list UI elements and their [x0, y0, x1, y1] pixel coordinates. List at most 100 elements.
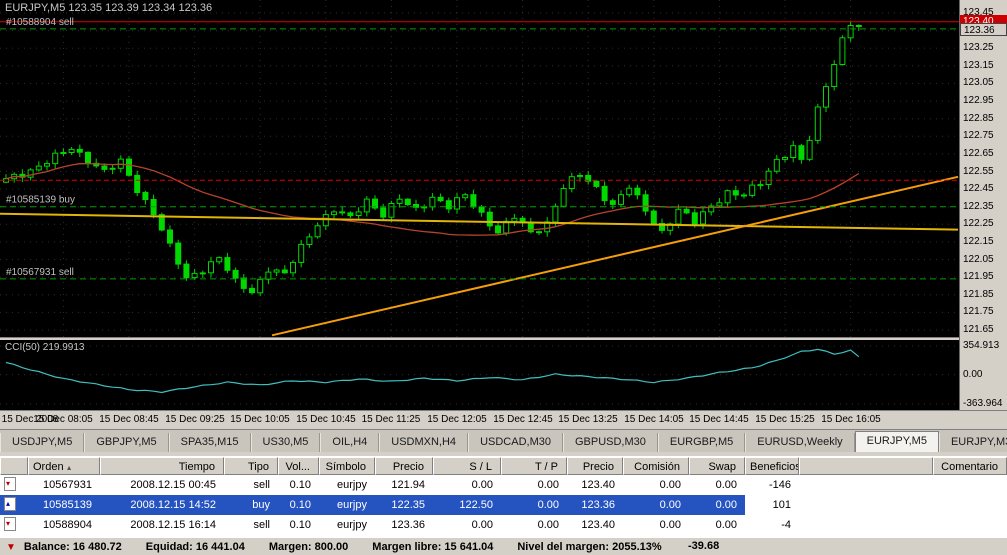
order-sl: 0.00 [433, 515, 501, 535]
price-scale-label: 123.05 [963, 77, 994, 88]
row-filler [799, 495, 933, 515]
column-header-s-mbolo[interactable]: Símbolo [319, 457, 375, 475]
price-scale-label: 122.45 [963, 183, 994, 194]
time-axis-label: 15 Dec 08:45 [99, 414, 159, 425]
cci-line-chart[interactable] [0, 340, 959, 410]
sell-order-doc-icon: ▾ [4, 517, 16, 531]
price-scale-label: 121.65 [963, 324, 994, 335]
chart-tab-eurjpy-m30[interactable]: EURJPY,M30 [939, 433, 1007, 452]
order-type: sell [224, 515, 278, 535]
sort-ascending-icon: ▲ [66, 465, 73, 472]
order-volume: 0.10 [278, 475, 319, 495]
chart-tab-usdcad-m30[interactable]: USDCAD,M30 [468, 433, 563, 452]
bid-price-box: 123.36 [960, 23, 1007, 36]
svg-text:#10585139 buy: #10585139 buy [6, 195, 75, 206]
cci-indicator-pane[interactable]: CCI(50) 219.9913 [0, 340, 959, 410]
order-swap: 0.00 [689, 475, 745, 495]
price-scale-label: 122.35 [963, 201, 994, 212]
candlestick-chart[interactable]: #10588904 sell#10585139 buy#10567931 sel… [0, 0, 959, 337]
svg-text:#10567931 sell: #10567931 sell [6, 267, 74, 278]
price-scale-label: 121.95 [963, 271, 994, 282]
status-segment: Equidad: 16 441.04 [146, 541, 245, 553]
column-header-orden[interactable]: Orden▲ [28, 457, 100, 475]
order-row-10588904[interactable]: ▾105889042008.12.15 16:14sell0.10eurjpy1… [0, 515, 1007, 535]
order-swap: 0.00 [689, 495, 745, 515]
orders-table-header[interactable]: Orden▲TiempoTipoVol...SímboloPrecioS / L… [0, 457, 1007, 475]
row-filler [799, 475, 933, 495]
price-scale[interactable]: 123.45123.35123.25123.15123.05122.95122.… [959, 0, 1007, 410]
total-profit-value: -39.68 [688, 540, 719, 552]
price-scale-label: 122.75 [963, 130, 994, 141]
chart-tab-oil-h4[interactable]: OIL,H4 [320, 433, 379, 452]
column-header-blank[interactable] [799, 457, 933, 475]
cci-indicator-label: CCI(50) 219.9913 [5, 342, 85, 353]
time-axis-label: 15 Dec 14:45 [689, 414, 749, 425]
row-filler [799, 515, 933, 535]
order-open-price: 122.35 [375, 495, 433, 515]
order-type: sell [224, 475, 278, 495]
price-scale-label: 122.65 [963, 148, 994, 159]
chart-tab-eurusd-weekly[interactable]: EURUSD,Weekly [745, 433, 854, 452]
order-comment [933, 495, 1007, 515]
order-row-10585139[interactable]: ▴105851392008.12.15 14:52buy0.10eurjpy12… [0, 495, 1007, 515]
status-bar: ▼ Balance: 16 480.72Equidad: 16 441.04Ma… [0, 537, 1007, 555]
chart-tab-eurgbp-m5[interactable]: EURGBP,M5 [658, 433, 745, 452]
column-header-vol-[interactable]: Vol... [278, 457, 319, 475]
chart-tab-usdjpy-m5[interactable]: USDJPY,M5 [0, 433, 84, 452]
cci-scale-label: 0.00 [963, 369, 982, 380]
order-icon: ▾ [0, 475, 28, 495]
order-symbol: eurjpy [319, 475, 375, 495]
column-header-tipo[interactable]: Tipo [224, 457, 278, 475]
status-segment: Margen libre: 15 641.04 [372, 541, 493, 553]
column-header-comentario[interactable]: Comentario [933, 457, 1007, 475]
column-header-s-l[interactable]: S / L [433, 457, 501, 475]
chart-tab-eurjpy-m5[interactable]: EURJPY,M5 [855, 431, 939, 452]
order-tp: 0.00 [501, 495, 567, 515]
price-scale-label: 122.95 [963, 95, 994, 106]
time-axis[interactable]: 15 Dec 200815 Dec 08:0515 Dec 08:4515 De… [0, 410, 1007, 430]
column-header-precio[interactable]: Precio [375, 457, 433, 475]
order-commission: 0.00 [623, 475, 689, 495]
column-header-precio[interactable]: Precio [567, 457, 623, 475]
order-open-price: 121.94 [375, 475, 433, 495]
time-axis-label: 15 Dec 10:05 [230, 414, 290, 425]
order-row-10567931[interactable]: ▾105679312008.12.15 00:45sell0.10eurjpy1… [0, 475, 1007, 495]
column-header-tiempo[interactable]: Tiempo [100, 457, 224, 475]
chart-tab-usdmxn-h4[interactable]: USDMXN,H4 [379, 433, 468, 452]
time-axis-label: 15 Dec 12:45 [493, 414, 553, 425]
column-header-t-p[interactable]: T / P [501, 457, 567, 475]
price-chart-pane[interactable]: EURJPY,M5 123.35 123.39 123.34 123.36 #1… [0, 0, 959, 337]
column-header-blank[interactable] [0, 457, 28, 475]
order-symbol: eurjpy [319, 515, 375, 535]
order-volume: 0.10 [278, 495, 319, 515]
cci-scale-label: 354.913 [963, 340, 999, 351]
buy-order-doc-icon: ▴ [4, 497, 16, 511]
price-scale-label: 123.25 [963, 42, 994, 53]
order-sl: 0.00 [433, 475, 501, 495]
chart-tab-gbpusd-m30[interactable]: GBPUSD,M30 [563, 433, 658, 452]
time-axis-label: 15 Dec 16:05 [821, 414, 881, 425]
price-scale-label: 123.15 [963, 60, 994, 71]
order-time: 2008.12.15 14:52 [100, 495, 224, 515]
mt4-terminal-window: EURJPY,M5 123.35 123.39 123.34 123.36 #1… [0, 0, 1007, 555]
status-segment: Margen: 800.00 [269, 541, 348, 553]
price-scale-label: 121.85 [963, 289, 994, 300]
order-profit: -146 [745, 475, 799, 495]
price-scale-label: 122.55 [963, 166, 994, 177]
column-header-comisi-n[interactable]: Comisión [623, 457, 689, 475]
order-current-price: 123.40 [567, 515, 623, 535]
order-time: 2008.12.15 16:14 [100, 515, 224, 535]
order-symbol: eurjpy [319, 495, 375, 515]
order-comment [933, 475, 1007, 495]
chart-tab-us30-m5[interactable]: US30,M5 [251, 433, 321, 452]
column-header-swap[interactable]: Swap [689, 457, 745, 475]
cci-scale-label: -363.964 [963, 398, 1002, 409]
order-comment [933, 515, 1007, 535]
chart-tab-gbpjpy-m5[interactable]: GBPJPY,M5 [84, 433, 168, 452]
chart-tab-spa35-m15[interactable]: SPA35,M15 [169, 433, 251, 452]
time-axis-label: 15 Dec 09:25 [165, 414, 225, 425]
column-header-beneficios[interactable]: Beneficios [745, 457, 799, 475]
order-current-price: 123.36 [567, 495, 623, 515]
order-sl: 122.50 [433, 495, 501, 515]
price-scale-label: 122.85 [963, 113, 994, 124]
